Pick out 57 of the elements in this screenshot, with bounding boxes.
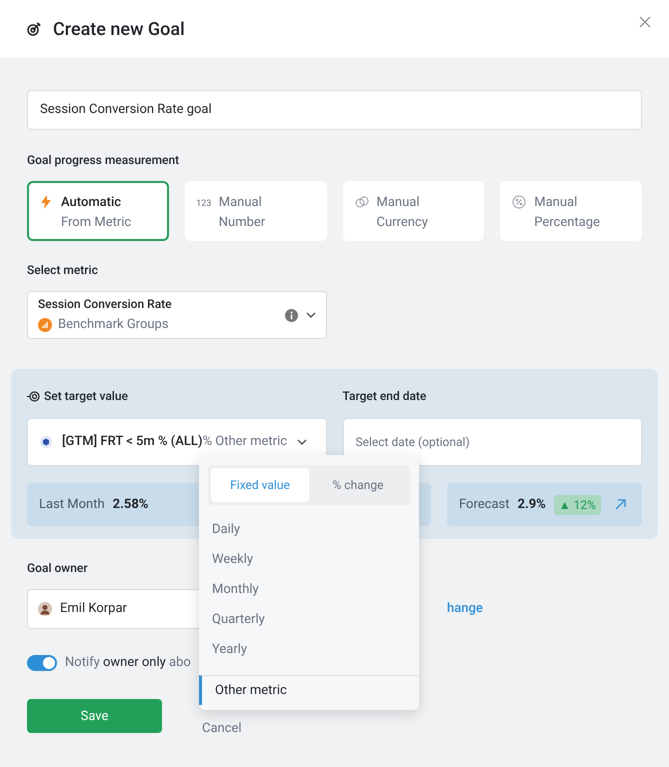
arrow-up-right-icon[interactable] xyxy=(614,499,626,510)
measurement-option[interactable]: 123 Manual Number xyxy=(184,181,326,241)
percent-icon xyxy=(512,195,526,209)
section-label: Set target value xyxy=(44,388,128,405)
target-mode: % Other metric xyxy=(202,433,288,452)
measurement-option[interactable]: Automatic From Metric xyxy=(27,181,169,241)
measurement-option[interactable]: Manual Currency xyxy=(342,181,484,241)
metric-name: Session Conversion Rate xyxy=(38,296,173,314)
menu-item[interactable]: Other metric xyxy=(199,675,419,705)
change-link[interactable]: hange xyxy=(447,599,483,619)
option-title: Automatic xyxy=(61,194,122,212)
section-label: Goal owner xyxy=(27,560,88,577)
target-metric-name: [GTM] FRT < 5m % (ALL) xyxy=(62,433,202,452)
option-subtitle: From Metric xyxy=(61,214,132,232)
option-subtitle: Number xyxy=(218,214,266,232)
measurement-option[interactable]: Manual Percentage xyxy=(500,181,642,241)
metric-source: Benchmark Groups xyxy=(58,316,169,334)
option-subtitle: Percentage xyxy=(534,214,600,232)
target-icon xyxy=(27,390,40,402)
section-label: Select metric xyxy=(27,262,99,279)
lightning-icon xyxy=(41,195,51,209)
target-icon xyxy=(27,22,41,36)
coins-icon xyxy=(354,195,368,209)
cancel-button[interactable]: Cancel xyxy=(202,718,242,738)
option-title: Manual xyxy=(376,194,420,212)
number-icon: 123 xyxy=(196,198,212,239)
save-button[interactable]: Save xyxy=(27,699,162,734)
mode-tab[interactable]: Fixed value xyxy=(211,468,309,502)
section-label: Target end date xyxy=(342,388,428,405)
chevron-down-icon xyxy=(297,439,308,445)
goal-name-field[interactable]: Session Conversion Rate goal xyxy=(27,90,642,130)
menu-item[interactable]: Daily xyxy=(199,515,419,545)
close-icon[interactable] xyxy=(639,16,651,28)
metric-select[interactable]: Session Conversion Rate Benchmark Groups xyxy=(27,291,327,339)
notify-toggle[interactable] xyxy=(27,654,57,671)
chart-bars-icon xyxy=(38,318,52,332)
info-icon[interactable] xyxy=(285,308,298,322)
option-title: Manual xyxy=(534,194,578,212)
menu-item[interactable]: Yearly xyxy=(199,635,419,665)
dialog-title: Create new Goal xyxy=(53,18,185,42)
menu-item[interactable]: Weekly xyxy=(199,545,419,575)
end-date-field[interactable]: Select date (optional) xyxy=(342,418,642,466)
mode-tab[interactable]: % change xyxy=(309,468,407,502)
avatar-icon xyxy=(38,602,52,616)
target-metric-select[interactable]: [GTM] FRT < 5m % (ALL)% Other metric xyxy=(27,418,326,466)
last-month-value: 2.58% xyxy=(112,496,148,514)
forecast-value: 2.9% xyxy=(517,496,546,514)
forecast-label: Forecast xyxy=(459,496,510,514)
last-month-label: Last Month xyxy=(39,496,105,514)
owner-name: Emil Korpar xyxy=(60,600,127,618)
section-label: Goal progress measurement xyxy=(27,152,180,169)
change-badge: ▲ 12% xyxy=(554,494,601,514)
notify-label: Notify owner only abo xyxy=(65,654,191,672)
hexagon-icon xyxy=(40,436,52,448)
chevron-down-icon xyxy=(306,312,316,318)
option-title: Manual xyxy=(218,194,263,212)
option-subtitle: Currency xyxy=(376,214,428,232)
